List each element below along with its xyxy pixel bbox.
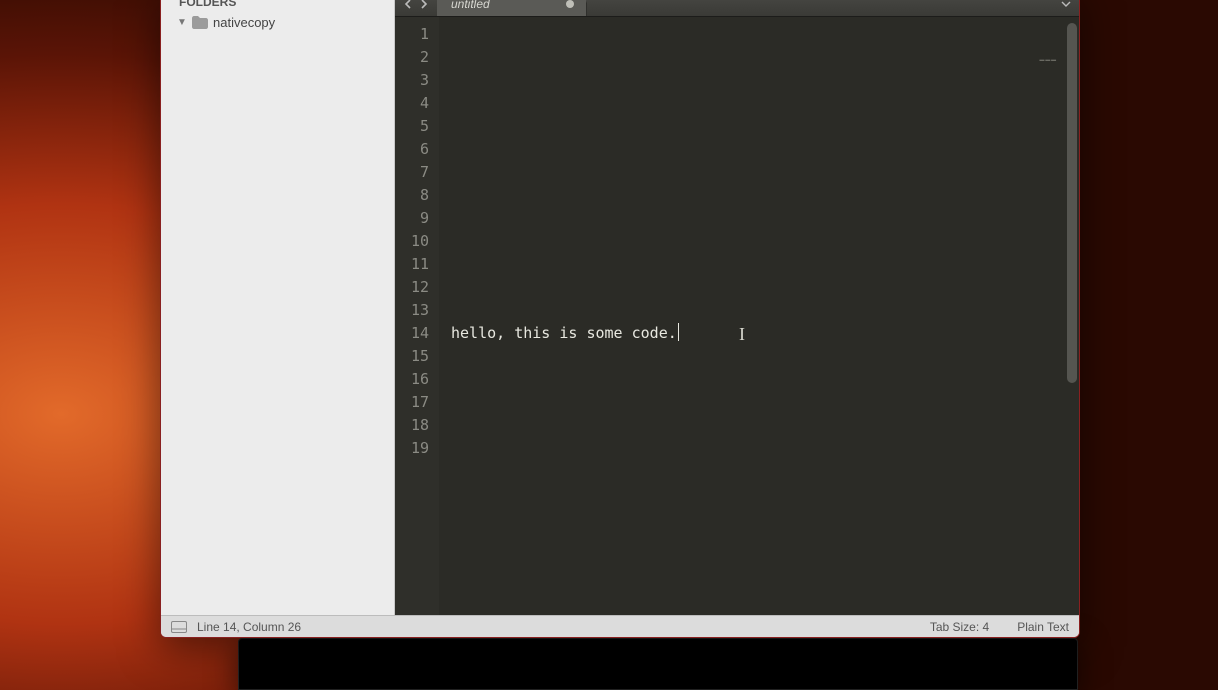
line-number: 9 [409, 207, 429, 230]
line-number: 15 [409, 345, 429, 368]
code-line[interactable] [451, 115, 1079, 138]
code-line[interactable] [451, 368, 1079, 391]
line-number: 5 [409, 115, 429, 138]
line-number: 13 [409, 299, 429, 322]
nav-forward-icon[interactable] [417, 0, 431, 11]
line-number: 3 [409, 69, 429, 92]
line-number: 4 [409, 92, 429, 115]
line-number: 10 [409, 230, 429, 253]
status-bar: Line 14, Column 26 Tab Size: 4 Plain Tex… [161, 615, 1079, 637]
code-line[interactable] [451, 437, 1079, 460]
line-number-gutter: 12345678910111213141516171819 [395, 17, 439, 615]
status-tab-size[interactable]: Tab Size: 4 [930, 620, 989, 634]
line-number: 7 [409, 161, 429, 184]
folder-icon [192, 16, 208, 29]
line-number: 17 [409, 391, 429, 414]
code-line[interactable] [451, 138, 1079, 161]
code-line[interactable] [451, 276, 1079, 299]
line-number: 16 [409, 368, 429, 391]
code-line[interactable]: hello, this is some code. [451, 322, 1079, 345]
code-line[interactable] [451, 414, 1079, 437]
code-area[interactable]: 12345678910111213141516171819 ━━━ I hell… [395, 17, 1079, 615]
line-number: 2 [409, 46, 429, 69]
status-cursor-position[interactable]: Line 14, Column 26 [197, 620, 301, 634]
code-line[interactable] [451, 345, 1079, 368]
editor-body: FOLDERS ▼ nativecopy [161, 0, 1079, 615]
line-number: 1 [409, 23, 429, 46]
code-line[interactable] [451, 161, 1079, 184]
code-line[interactable] [451, 46, 1079, 69]
line-number: 12 [409, 276, 429, 299]
code-line[interactable] [451, 253, 1079, 276]
line-number: 19 [409, 437, 429, 460]
terminal-window[interactable] [238, 638, 1078, 690]
line-number: 11 [409, 253, 429, 276]
tab-dirty-indicator-icon [566, 0, 574, 8]
tab-untitled[interactable]: untitled [437, 0, 587, 16]
folder-row-nativecopy[interactable]: ▼ nativecopy [161, 13, 394, 32]
tab-bar: untitled [395, 0, 1079, 17]
line-number: 6 [409, 138, 429, 161]
folder-label: nativecopy [213, 15, 275, 30]
disclosure-triangle-icon[interactable]: ▼ [177, 17, 187, 28]
code-line[interactable] [451, 230, 1079, 253]
sidebar: FOLDERS ▼ nativecopy [161, 0, 395, 615]
scrollbar-vertical[interactable] [1067, 23, 1077, 383]
code-line[interactable] [451, 299, 1079, 322]
code-line[interactable] [451, 391, 1079, 414]
tab-nav-arrows [395, 0, 437, 16]
status-syntax[interactable]: Plain Text [1017, 620, 1069, 634]
code-line[interactable] [451, 23, 1079, 46]
code-line[interactable] [451, 184, 1079, 207]
editor-window: FOLDERS ▼ nativecopy [160, 0, 1080, 638]
panel-switcher-icon[interactable] [171, 621, 187, 633]
sidebar-header: FOLDERS [161, 0, 394, 13]
line-number: 8 [409, 184, 429, 207]
code-line[interactable] [451, 92, 1079, 115]
code-line[interactable] [451, 69, 1079, 92]
tab-title: untitled [451, 0, 490, 11]
nav-back-icon[interactable] [401, 0, 415, 11]
code-lines[interactable]: ━━━ I hello, this is some code. [439, 17, 1079, 615]
line-number: 18 [409, 414, 429, 437]
main-area: untitled 12345678910111213141516171819 ━… [395, 0, 1079, 615]
line-number: 14 [409, 322, 429, 345]
code-line[interactable] [451, 207, 1079, 230]
caret-icon [678, 323, 680, 341]
tab-overflow-menu-icon[interactable] [1053, 0, 1079, 16]
